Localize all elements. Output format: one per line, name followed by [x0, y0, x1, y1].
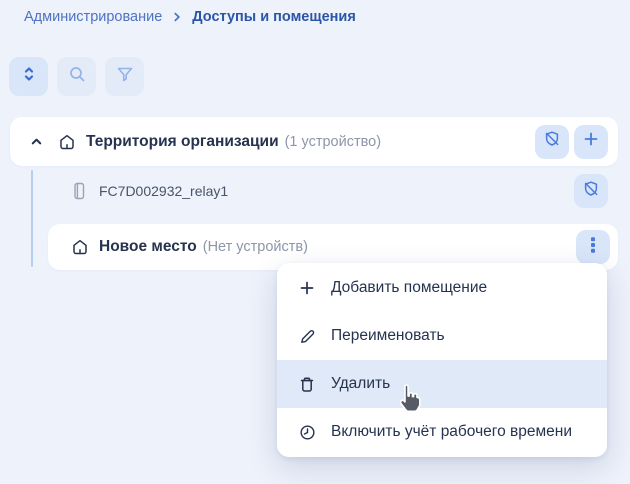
search-button[interactable]	[57, 57, 96, 96]
filter-icon	[116, 65, 134, 88]
kebab-menu-icon	[590, 236, 596, 259]
new-place-device-count: (Нет устройств)	[203, 239, 308, 255]
new-place-title: Новое место	[99, 238, 197, 256]
menu-item-add-room[interactable]: Добавить помещение	[277, 264, 607, 312]
device-guard-off-button[interactable]	[574, 174, 608, 208]
territory-device-count: (1 устройство)	[285, 134, 381, 150]
breadcrumb-access-rooms: Доступы и помещения	[192, 9, 356, 25]
menu-item-rename[interactable]: Переименовать	[277, 312, 607, 360]
device-icon	[70, 181, 88, 201]
guard-off-button[interactable]	[535, 125, 569, 159]
add-place-button[interactable]	[574, 125, 608, 159]
filter-button[interactable]	[105, 57, 144, 96]
menu-item-delete[interactable]: Удалить	[277, 360, 607, 408]
home-icon	[71, 238, 89, 256]
shield-off-icon	[543, 130, 561, 153]
plus-icon	[583, 131, 599, 152]
shield-off-icon	[582, 180, 600, 203]
chevron-right-icon	[171, 11, 183, 23]
tree-connector-line	[31, 170, 33, 267]
plus-icon	[298, 280, 316, 296]
expand-collapse-button[interactable]	[9, 57, 48, 96]
device-name: FC7D002932_relay1	[99, 183, 228, 199]
search-icon	[68, 65, 86, 88]
trash-icon	[298, 376, 316, 393]
tree-row-device[interactable]: FC7D002932_relay1	[48, 172, 618, 210]
territory-title: Территория организации	[86, 133, 279, 151]
home-icon	[58, 133, 76, 151]
unfold-icon	[21, 65, 37, 88]
breadcrumb-administration[interactable]: Администрирование	[24, 9, 162, 25]
menu-item-worktime[interactable]: Включить учёт рабочего времени	[277, 408, 607, 456]
toolbar	[9, 57, 144, 96]
breadcrumb: Администрирование Доступы и помещения	[24, 9, 356, 25]
clock-icon	[298, 424, 316, 441]
place-menu-button[interactable]	[576, 230, 610, 264]
place-context-menu: Добавить помещение Переименовать Удалить…	[277, 263, 607, 457]
chevron-up-icon[interactable]	[27, 133, 45, 151]
pencil-icon	[298, 328, 316, 345]
tree-row-territory[interactable]: Территория организации (1 устройство)	[10, 117, 618, 166]
